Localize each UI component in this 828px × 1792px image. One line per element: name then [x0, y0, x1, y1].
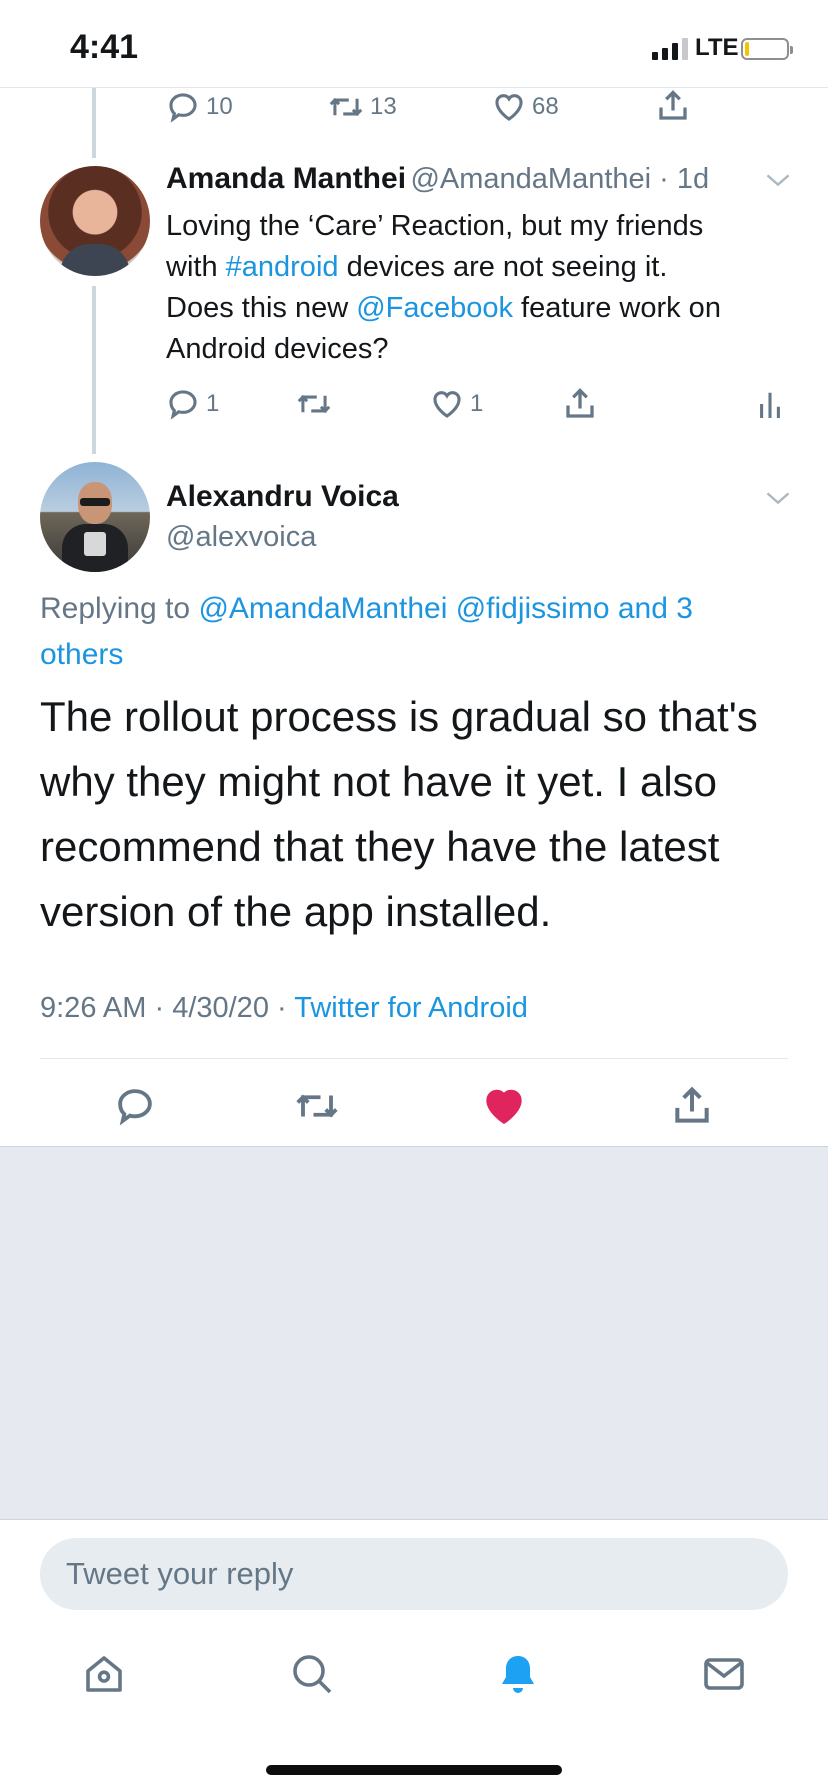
prev-like-button[interactable]: 68	[492, 90, 559, 124]
network-label: LTE	[695, 34, 739, 61]
replying-to: Replying to @AmandaManthei @fidjissimo a…	[40, 586, 800, 678]
parent-share-button[interactable]	[562, 386, 598, 422]
separator-dot: ·	[651, 163, 677, 195]
parent-text-line: Android devices?	[166, 333, 389, 365]
main-author-handle[interactable]: @alexvoica	[166, 521, 316, 554]
divider	[40, 1058, 788, 1059]
hashtag-link[interactable]: #android	[226, 251, 339, 283]
parent-text-line: with #android devices are not seeing it.	[166, 251, 668, 283]
empty-area	[0, 1146, 828, 1520]
prev-retweet-count: 13	[370, 93, 397, 120]
tweet-time: 9:26 AM	[40, 992, 147, 1024]
replying-label: Replying to	[40, 592, 199, 625]
parent-text-line: Does this new @Facebook feature work on	[166, 292, 721, 324]
thread-line-mid	[92, 286, 96, 454]
search-icon[interactable]	[288, 1650, 336, 1698]
main-author-name[interactable]: Alexandru Voica	[166, 480, 399, 514]
heart-icon	[433, 391, 461, 418]
parent-tweet-actions: 1 1	[0, 384, 828, 424]
heart-filled-icon	[486, 1089, 522, 1125]
reply-placeholder: Tweet your reply	[66, 1556, 294, 1591]
reply-icon	[169, 390, 197, 420]
parent-like-button[interactable]: 1	[430, 387, 483, 421]
retweet-icon	[297, 394, 331, 414]
main-tweet-actions	[0, 1082, 828, 1130]
prev-reply-count: 10	[206, 93, 233, 120]
parent-like-count: 1	[470, 390, 484, 417]
replying-others-link[interactable]: others	[40, 632, 800, 678]
tweet-source-link[interactable]: Twitter for Android	[294, 992, 528, 1024]
parent-tweet-header: Amanda Manthei @AmandaManthei · 1d	[166, 162, 766, 196]
parent-tweet-text: Loving the ‘Care’ Reaction, but my frien…	[166, 206, 806, 370]
main-reply-button[interactable]	[114, 1085, 156, 1127]
notifications-icon[interactable]	[494, 1650, 542, 1698]
parent-reply-count: 1	[206, 390, 220, 417]
parent-author-name[interactable]: Amanda Manthei	[166, 162, 406, 195]
parent-author-handle[interactable]: @AmandaManthei	[410, 163, 651, 195]
parent-tweet-age: 1d	[676, 163, 710, 195]
home-indicator[interactable]	[266, 1765, 562, 1775]
retweet-icon	[296, 1094, 338, 1118]
chevron-down-icon[interactable]	[764, 168, 792, 192]
status-time: 4:41	[70, 28, 139, 66]
battery-icon	[741, 38, 793, 60]
main-share-button[interactable]	[670, 1084, 714, 1128]
home-icon[interactable]	[80, 1650, 128, 1698]
avatar-amanda[interactable]	[40, 166, 150, 276]
reply-icon	[118, 1089, 152, 1126]
status-bar: 4:41 LTE	[0, 0, 828, 88]
tweet-date: 4/30/20	[172, 992, 269, 1024]
chevron-down-icon[interactable]	[764, 486, 792, 510]
parent-text-line: Loving the ‘Care’ Reaction, but my frien…	[166, 210, 704, 242]
main-like-button[interactable]	[482, 1085, 526, 1127]
analytics-icon	[760, 392, 780, 418]
main-tweet-text: The rollout process is gradual so that's…	[40, 693, 758, 935]
prev-like-count: 68	[532, 93, 559, 120]
parent-retweet-button[interactable]	[296, 387, 332, 421]
avatar-alexandru[interactable]	[40, 462, 150, 572]
heart-icon	[495, 94, 523, 121]
messages-icon[interactable]	[700, 1650, 748, 1698]
mention-link[interactable]: @Facebook	[356, 292, 513, 324]
reply-input[interactable]: Tweet your reply	[40, 1538, 788, 1610]
parent-reply-button[interactable]: 1	[166, 387, 219, 421]
tweet-meta: 9:26 AM · 4/30/20 · Twitter for Android	[40, 992, 528, 1024]
share-icon	[659, 90, 687, 120]
prev-reply-button[interactable]: 10	[166, 90, 233, 124]
share-icon	[675, 1086, 709, 1123]
prev-share-button[interactable]	[655, 88, 691, 124]
prev-tweet-actions: 10 13 68	[0, 88, 828, 124]
reply-icon	[169, 93, 197, 123]
analytics-button[interactable]	[756, 387, 784, 421]
main-retweet-button[interactable]	[294, 1085, 340, 1127]
prev-retweet-button[interactable]: 13	[328, 90, 397, 124]
signal-icon	[652, 36, 688, 60]
replying-targets-link[interactable]: @AmandaManthei @fidjissimo and 3	[198, 592, 692, 625]
retweet-icon	[329, 97, 363, 117]
share-icon	[566, 388, 594, 418]
